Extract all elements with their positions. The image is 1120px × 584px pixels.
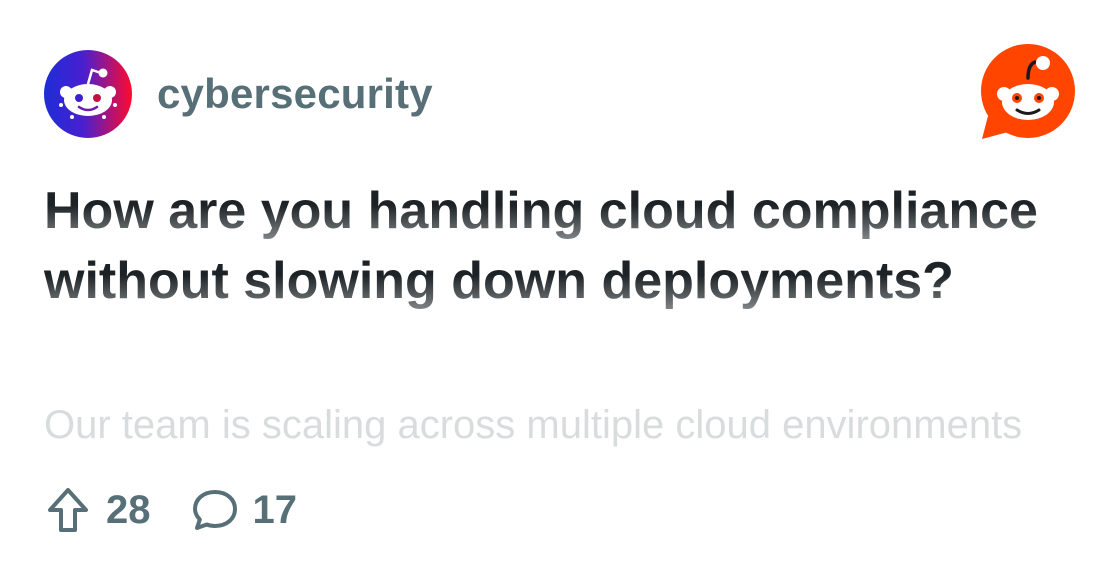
post-stats: 28 17 [44,484,297,536]
upvote-button[interactable]: 28 [44,486,151,534]
subreddit-name[interactable]: cybersecurity [157,70,433,118]
reddit-snoo-logo-icon [981,44,1075,139]
post-body-preview: Our team is scaling across multiple clou… [44,403,1023,447]
comment-bubble-icon [192,490,237,530]
comments-button[interactable]: 17 [191,486,298,534]
comment-count: 17 [252,487,298,532]
subreddit-avatar[interactable] [44,50,132,138]
post-title[interactable]: How are you handling cloud compliance wi… [44,176,1084,316]
snoo-avatar-icon [44,50,132,138]
upvote-arrow-icon [48,488,88,532]
reddit-logo[interactable] [978,44,1076,142]
post-title-text: How are you handling cloud compliance wi… [44,182,1038,310]
post-header: cybersecurity [44,50,433,138]
upvote-count: 28 [106,487,151,532]
